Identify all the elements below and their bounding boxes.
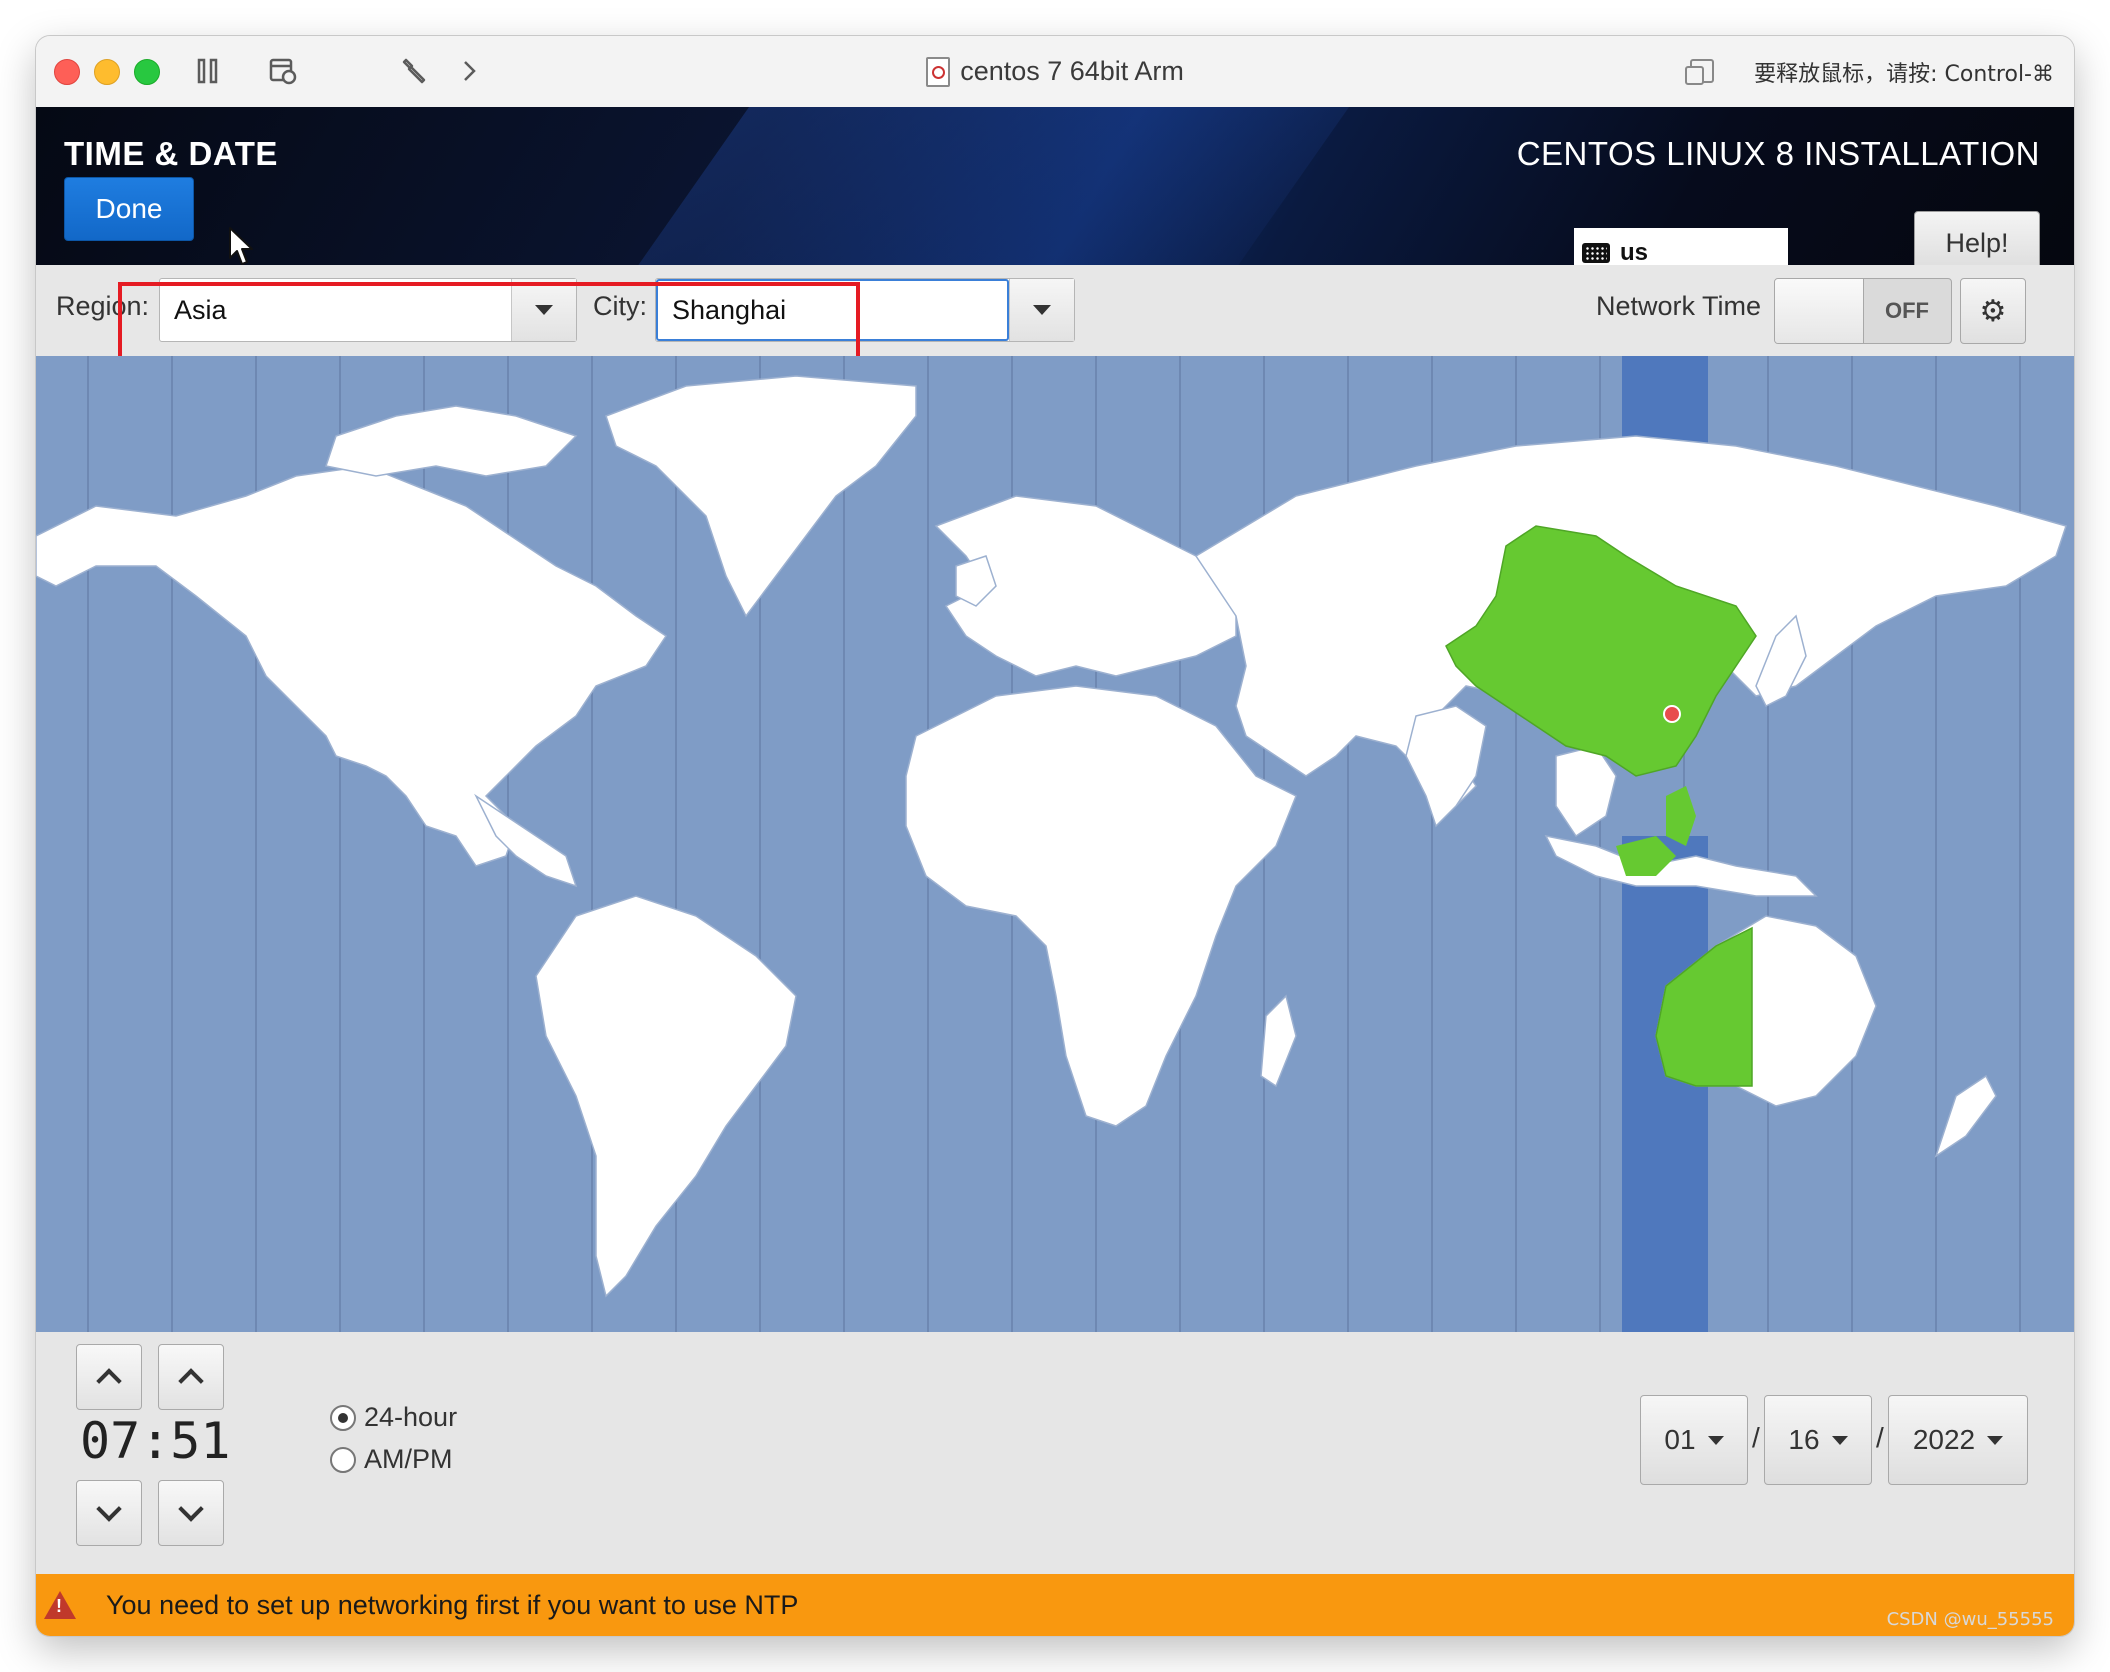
- north-america: [36, 465, 668, 867]
- warning-icon: [44, 1591, 76, 1619]
- keyboard-layout-indicator[interactable]: us: [1574, 228, 1788, 265]
- release-mouse-hint: 要释放鼠标，请按: Control-⌘: [1754, 61, 2054, 87]
- chevron-down-icon: [96, 1496, 122, 1522]
- watermark: CSDN @wu_55555: [1886, 1609, 2054, 1630]
- product-title: CENTOS LINUX 8 INSTALLATION: [1516, 135, 2040, 172]
- radio-24hour[interactable]: [330, 1404, 356, 1431]
- vm-window: centos 7 64bit Arm 要释放鼠标，请按: Control-⌘ T…: [36, 36, 2074, 1636]
- chevron-down-icon: [1033, 305, 1051, 315]
- chevron-down-icon: [1831, 1435, 1848, 1445]
- month-dropdown[interactable]: 01: [1640, 1395, 1748, 1485]
- hour-down-button[interactable]: [76, 1480, 142, 1546]
- day-value: 16: [1788, 1424, 1820, 1455]
- chevron-down-icon: [178, 1496, 204, 1522]
- keyboard-layout-value: us: [1620, 239, 1649, 265]
- installer-header: TIME & DATE Done CENTOS LINUX 8 INSTALLA…: [36, 107, 2074, 265]
- chevron-down-icon: [1707, 1435, 1724, 1445]
- window-title-text: centos 7 64bit Arm: [960, 56, 1184, 86]
- date-separator: /: [1752, 1422, 1760, 1453]
- south-america: [535, 895, 797, 1298]
- fullscreen-toggle-icon[interactable]: [1685, 59, 1714, 85]
- africa: [905, 685, 1297, 1127]
- help-button[interactable]: Help!: [1914, 211, 2040, 265]
- minute-down-button[interactable]: [158, 1480, 224, 1546]
- format-24hour-label: 24-hour: [364, 1402, 458, 1432]
- southeast-asia: [1555, 745, 1617, 838]
- selected-timezone-band-top: [1622, 356, 1708, 446]
- shanghai-marker[interactable]: [1663, 705, 1681, 723]
- world-map-svg[interactable]: [36, 356, 2074, 1332]
- network-time-label: Network Time: [1596, 291, 1762, 321]
- mac-titlebar: centos 7 64bit Arm 要释放鼠标，请按: Control-⌘: [36, 36, 2074, 108]
- switch-state: OFF: [1885, 298, 1929, 323]
- switch-knob: [1775, 279, 1864, 343]
- new-zealand: [1934, 1074, 1997, 1158]
- ntp-config-button[interactable]: ⚙: [1960, 278, 2026, 344]
- minute-up-button[interactable]: [158, 1344, 224, 1410]
- time-display: 07:51: [80, 1412, 231, 1470]
- spoke-title: TIME & DATE: [64, 135, 278, 172]
- chevron-up-icon: [178, 1368, 204, 1394]
- mouse-pointer-icon: [229, 227, 253, 265]
- greenland: [605, 375, 917, 618]
- vm-document-icon: [926, 56, 951, 87]
- date-separator: /: [1876, 1422, 1884, 1453]
- format-ampm-option[interactable]: AM/PM: [330, 1444, 453, 1475]
- time-date-controls: 07:51 24-hour AM/PM 01 / 16 / 2022: [36, 1332, 2074, 1574]
- chevron-down-icon: [1987, 1435, 2004, 1445]
- year-value: 2022: [1912, 1424, 1976, 1455]
- day-dropdown[interactable]: 16: [1764, 1395, 1872, 1485]
- india: [1405, 705, 1487, 828]
- warning-text: You need to set up networking first if y…: [106, 1589, 799, 1620]
- chevron-up-icon: [96, 1368, 122, 1394]
- timezone-map[interactable]: [36, 356, 2074, 1332]
- city-dropdown-button[interactable]: [1009, 279, 1074, 341]
- keyboard-icon: [1582, 243, 1610, 263]
- ntp-warning-bar: You need to set up networking first if y…: [36, 1574, 2074, 1636]
- done-button[interactable]: Done: [64, 177, 194, 241]
- madagascar: [1260, 994, 1297, 1088]
- gear-icon: ⚙: [1979, 293, 2007, 329]
- format-24hour-option[interactable]: 24-hour: [330, 1402, 457, 1433]
- annotation-highlight-box: [118, 282, 860, 362]
- hour-up-button[interactable]: [76, 1344, 142, 1410]
- network-time-switch[interactable]: OFF: [1774, 278, 1952, 344]
- year-dropdown[interactable]: 2022: [1888, 1395, 2028, 1485]
- arctic-islands: [325, 405, 578, 477]
- format-ampm-label: AM/PM: [364, 1444, 453, 1474]
- radio-ampm[interactable]: [330, 1446, 356, 1473]
- month-value: 01: [1664, 1424, 1696, 1455]
